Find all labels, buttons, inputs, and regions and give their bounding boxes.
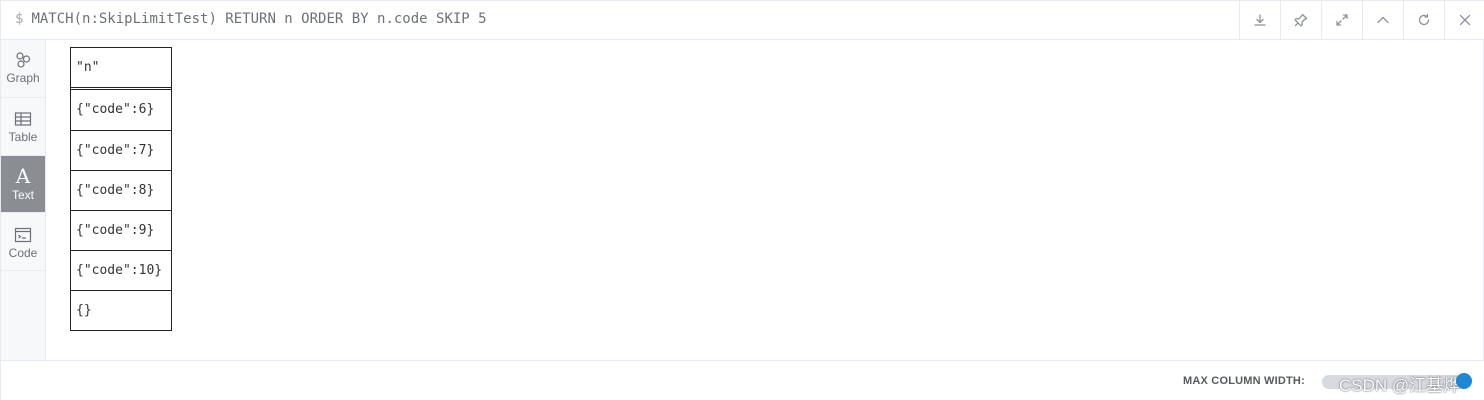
query-editor[interactable]: $ MATCH(n:SkipLimitTest) RETURN n ORDER B… — [15, 11, 487, 27]
result-row: {} — [71, 290, 171, 330]
view-sidebar: Graph Table A Text Code — [1, 40, 46, 360]
close-icon — [1459, 14, 1471, 26]
view-text-label: Text — [11, 188, 34, 202]
view-text[interactable]: A Text — [1, 156, 45, 213]
result-row: {"code":8} — [71, 170, 171, 210]
pin-button[interactable] — [1280, 1, 1321, 39]
text-icon: A — [15, 164, 31, 188]
fullscreen-button[interactable] — [1321, 1, 1362, 39]
pin-icon — [1294, 13, 1308, 27]
rerun-icon — [1418, 13, 1430, 26]
view-table-label: Table — [8, 130, 38, 144]
result-row: {"code":7} — [71, 130, 171, 170]
collapse-button[interactable] — [1362, 1, 1403, 39]
view-graph-label: Graph — [6, 71, 40, 85]
text-result-table: "n" {"code":6} {"code":7} {"code":8} {"c… — [70, 47, 172, 331]
result-frame: $ MATCH(n:SkipLimitTest) RETURN n ORDER B… — [0, 0, 1484, 400]
max-column-width-label: MAX COLUMN WIDTH: — [1183, 375, 1305, 387]
slider-handle[interactable] — [1456, 373, 1472, 389]
close-button[interactable] — [1444, 1, 1484, 39]
collapse-icon — [1377, 16, 1389, 24]
graph-icon — [16, 52, 31, 68]
frame-header: $ MATCH(n:SkipLimitTest) RETURN n ORDER B… — [1, 1, 1484, 40]
frame-footer: MAX COLUMN WIDTH: CSDN @江基烨 — [1, 360, 1484, 400]
query-text[interactable]: MATCH(n:SkipLimitTest) RETURN n ORDER BY… — [31, 11, 486, 27]
view-table[interactable]: Table — [1, 98, 45, 156]
query-prompt: $ — [15, 11, 24, 27]
code-icon — [14, 227, 32, 243]
text-result-area: "n" {"code":6} {"code":7} {"code":8} {"c… — [47, 40, 1483, 360]
view-code-label: Code — [8, 246, 38, 260]
rerun-button[interactable] — [1403, 1, 1444, 39]
result-row: {"code":10} — [71, 250, 171, 290]
frame-actions — [1239, 1, 1484, 39]
fullscreen-icon — [1336, 14, 1348, 26]
download-icon — [1254, 14, 1266, 26]
download-button[interactable] — [1239, 1, 1280, 39]
view-code[interactable]: Code — [1, 213, 45, 271]
view-graph[interactable]: Graph — [1, 40, 45, 98]
result-row: {"code":6} — [76, 102, 155, 117]
watermark: CSDN @江基烨 — [1339, 376, 1461, 395]
table-icon — [14, 112, 32, 126]
column-header: "n" — [71, 48, 171, 90]
result-row: {"code":9} — [71, 210, 171, 250]
